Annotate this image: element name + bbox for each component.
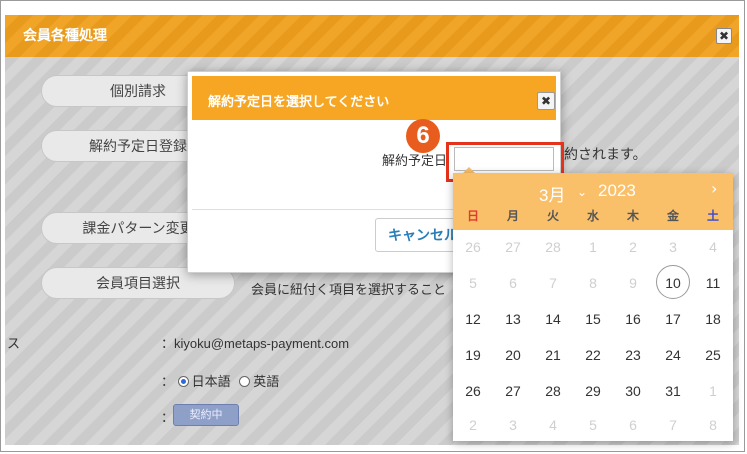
calendar-day: 26 xyxy=(465,239,481,255)
member-processing-title: 会員各種処理 xyxy=(23,27,107,43)
calendar-day: 5 xyxy=(469,275,477,291)
weekday-header: 金 xyxy=(666,209,679,223)
member-item-description: 会員に紐付く項目を選択すること xyxy=(251,282,447,297)
calendar-day[interactable]: 25 xyxy=(693,347,733,363)
calendar-day[interactable]: 20 xyxy=(493,347,533,363)
calendar-day[interactable]: 23 xyxy=(613,347,653,363)
screen-frame: 会員各種処理 ✖ 個別請求 解約予定日登録 課金パターン変更 会員項目選択 会員… xyxy=(0,0,745,452)
weekday-header: 日 xyxy=(466,209,479,223)
weekday-header: 月 xyxy=(506,209,519,223)
language-japanese-label: 日本語 xyxy=(191,374,231,389)
calendar-day[interactable]: 24 xyxy=(653,347,693,363)
calendar-day: 5 xyxy=(589,417,597,433)
calendar-day: 8 xyxy=(709,417,717,433)
language-row: ： 日本語 英語 xyxy=(161,371,279,390)
calendar-day: 7 xyxy=(549,275,557,291)
next-month-icon[interactable]: › xyxy=(711,179,717,198)
email-value: ：kiyoku@metaps-payment.com xyxy=(161,336,350,351)
member-processing-header xyxy=(5,15,739,57)
weekday-header: 木 xyxy=(626,209,639,223)
calendar-day[interactable]: 14 xyxy=(533,311,573,327)
panel-close-icon[interactable]: ✖ xyxy=(716,28,732,44)
calendar-day: 4 xyxy=(549,417,557,433)
calendar-day: 7 xyxy=(669,417,677,433)
calendar-day: 6 xyxy=(629,417,637,433)
weekday-header: 水 xyxy=(586,209,599,223)
cancellation-notice-text: 約されます。 xyxy=(564,146,647,162)
step-number-badge: 6 xyxy=(406,119,440,153)
calendar-month-select[interactable]: 3月 xyxy=(539,181,565,206)
language-prefix: ： xyxy=(161,374,175,389)
status-badge: 契約中 xyxy=(173,404,239,426)
calendar-day: 1 xyxy=(709,383,717,399)
calendar-day[interactable]: 29 xyxy=(573,383,613,399)
language-japanese-radio[interactable] xyxy=(177,376,189,387)
cancellation-date-label: 解約予定日 xyxy=(382,153,448,168)
row-label-fragment: ス xyxy=(7,336,21,351)
weekday-header: 火 xyxy=(546,209,559,223)
calendar-day[interactable]: 19 xyxy=(453,347,493,363)
calendar-day: 6 xyxy=(509,275,517,291)
calendar-day: 2 xyxy=(629,239,637,255)
calendar-day[interactable]: 27 xyxy=(493,383,533,399)
chevron-down-icon[interactable]: ⌄ xyxy=(577,185,587,199)
calendar-day: 3 xyxy=(669,239,677,255)
calendar-day[interactable]: 10 xyxy=(653,265,693,299)
calendar-day[interactable]: 12 xyxy=(453,311,493,327)
calendar-day: 8 xyxy=(589,275,597,291)
weekday-header: 土 xyxy=(706,209,719,223)
calendar-day[interactable]: 18 xyxy=(693,311,733,327)
calendar-year[interactable]: 2023 xyxy=(598,181,636,201)
calendar-day: 28 xyxy=(545,239,561,255)
calendar-day[interactable]: 30 xyxy=(613,383,653,399)
calendar-day[interactable]: 16 xyxy=(613,311,653,327)
calendar-day[interactable]: 22 xyxy=(573,347,613,363)
calendar-day: 27 xyxy=(505,239,521,255)
calendar-day[interactable]: 15 xyxy=(573,311,613,327)
calendar-day[interactable]: 26 xyxy=(453,383,493,399)
calendar-day[interactable]: 21 xyxy=(533,347,573,363)
dialog-close-icon[interactable]: ✖ xyxy=(537,92,555,110)
calendar-day: 9 xyxy=(629,275,637,291)
calendar-day: 1 xyxy=(589,239,597,255)
calendar-day: 4 xyxy=(709,239,717,255)
calendar-day: 3 xyxy=(509,417,517,433)
calendar-day[interactable]: 28 xyxy=(533,383,573,399)
calendar-day[interactable]: 31 xyxy=(653,383,693,399)
calendar-day[interactable]: 17 xyxy=(653,311,693,327)
calendar-day[interactable]: 13 xyxy=(493,311,533,327)
calendar-day[interactable]: 11 xyxy=(693,275,733,291)
calendar-day: 2 xyxy=(469,417,477,433)
dialog-header: 解約予定日を選択してください ✖ xyxy=(192,76,556,120)
language-english-label: 英語 xyxy=(253,374,280,389)
language-english-radio[interactable] xyxy=(239,376,251,387)
date-picker-calendar: 3月 ⌄ 2023 › 日月火水木金土 26 27 28 1 2 3 4 5 6 7 8 9 10 11 12… xyxy=(453,173,733,441)
dialog-title: 解約予定日を選択してください xyxy=(208,94,390,109)
